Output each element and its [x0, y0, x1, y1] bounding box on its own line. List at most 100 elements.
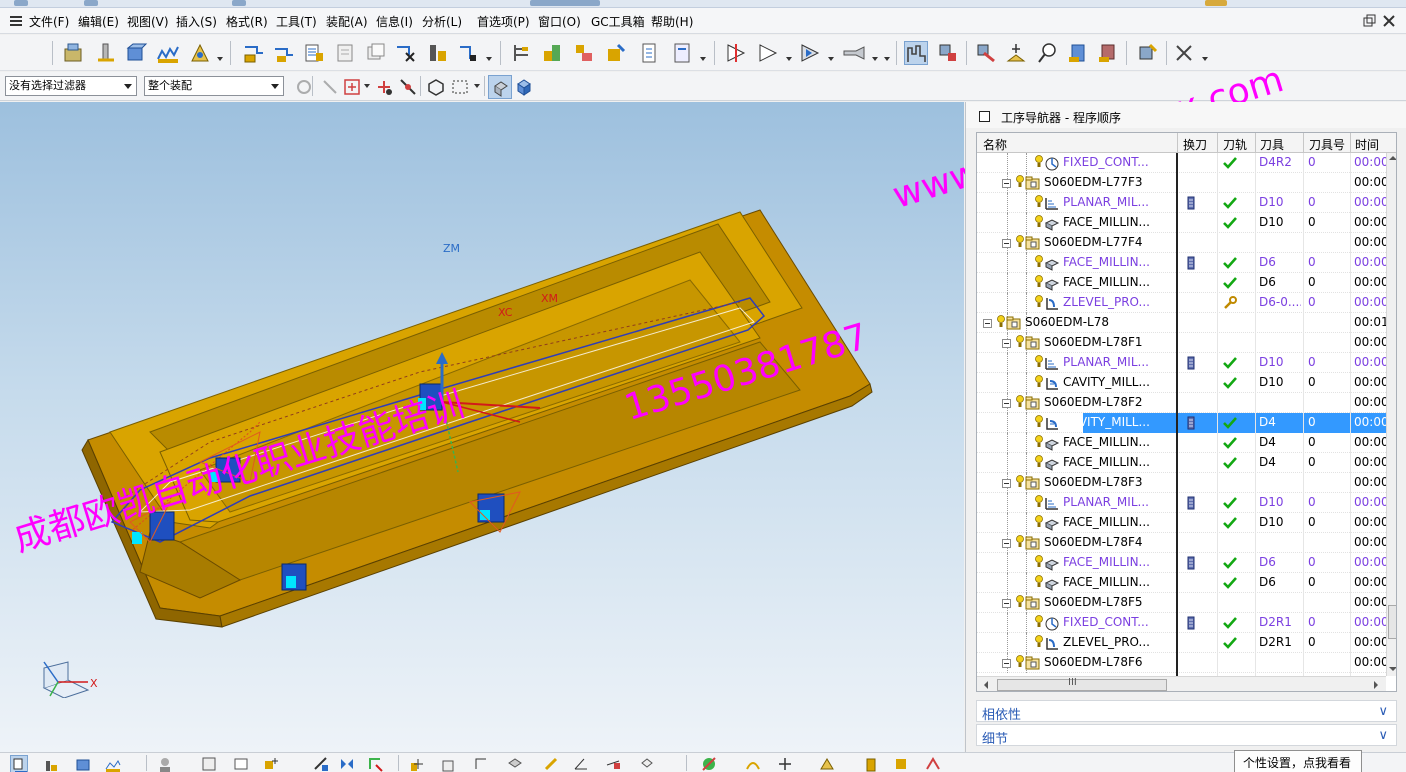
- cylinder-icon[interactable]: [862, 755, 880, 772]
- menu-tools[interactable]: 工具(T): [276, 13, 317, 30]
- program-group-row[interactable]: S060EDM-L78 00:01: [977, 313, 1386, 333]
- operation-row[interactable]: FIXED_CONT... D2R1 0 00:00: [977, 613, 1386, 633]
- col-toolchange[interactable]: 换刀: [1183, 136, 1207, 153]
- operation-row[interactable]: FACE_MILLIN... D10 0 00:00: [977, 213, 1386, 233]
- details-panel[interactable]: 细节 ∨: [976, 724, 1397, 747]
- program-order-view-icon[interactable]: [510, 41, 534, 65]
- scroll-left-icon[interactable]: [983, 681, 989, 689]
- operation-row[interactable]: PLANAR_MIL... D10 0 00:00: [977, 493, 1386, 513]
- display-toolpath-icon[interactable]: [724, 41, 748, 65]
- add-point-icon[interactable]: [1004, 41, 1028, 65]
- verify-toolpath-icon[interactable]: [756, 41, 780, 65]
- operation-row[interactable]: ZLEVEL_PRO... D2R1 0 00:00: [977, 633, 1386, 653]
- dropdown-arrow[interactable]: [884, 57, 890, 61]
- inspect-icon[interactable]: [1036, 41, 1060, 65]
- menu-format[interactable]: 格式(R): [226, 13, 268, 30]
- operation-row[interactable]: FIXED_CONT... D4R2 0 00:00: [977, 153, 1386, 173]
- add-datum-icon[interactable]: [776, 755, 794, 772]
- menu-gc-toolkit[interactable]: GC工具箱: [591, 13, 645, 30]
- rectangle-select-icon[interactable]: [448, 75, 472, 99]
- menu-insert[interactable]: 插入(S): [176, 13, 217, 30]
- layer-settings-icon[interactable]: [506, 755, 524, 772]
- quick-access-icon[interactable]: [14, 0, 28, 6]
- point-on-curve-icon[interactable]: [340, 75, 364, 99]
- create-geometry-icon[interactable]: [124, 41, 148, 65]
- create-program-icon[interactable]: [62, 41, 86, 65]
- mirror-icon[interactable]: [338, 755, 356, 772]
- operation-row[interactable]: FACE_MILLIN... D10 0 00:00: [977, 513, 1386, 533]
- analysis-curvature-icon[interactable]: [744, 755, 762, 772]
- menu-start-icon[interactable]: [10, 15, 22, 27]
- program-group-row[interactable]: S060EDM-L77F4 00:00: [977, 233, 1386, 253]
- wcs-rotate-icon[interactable]: [472, 755, 490, 772]
- dependencies-panel[interactable]: 相依性 ∨: [976, 700, 1397, 723]
- machine-tool-tab-icon[interactable]: [42, 755, 60, 772]
- menu-help[interactable]: 帮助(H): [651, 13, 693, 30]
- collapse-toggle[interactable]: [1002, 399, 1011, 408]
- measure-body-icon[interactable]: [604, 755, 622, 772]
- create-tool-icon[interactable]: [94, 41, 118, 65]
- collapse-toggle[interactable]: [1002, 339, 1011, 348]
- copy-operation-icon[interactable]: [364, 41, 388, 65]
- scroll-up-icon[interactable]: [1389, 155, 1397, 161]
- pin-checkbox[interactable]: [979, 111, 990, 122]
- col-time[interactable]: 时间: [1355, 136, 1379, 153]
- snap-endpoint-icon[interactable]: [372, 75, 396, 99]
- wcs-dynamic-icon[interactable]: [440, 755, 458, 772]
- scroll-thumb[interactable]: [1388, 605, 1396, 639]
- hscroll-thumb[interactable]: III: [997, 677, 1167, 691]
- menu-view[interactable]: 视图(V): [127, 13, 169, 30]
- operation-row[interactable]: ZLEVEL_PRO... D6-0.... 0 00:00: [977, 293, 1386, 313]
- part-navigator-tab-icon[interactable]: [74, 755, 92, 772]
- measure-distance-icon[interactable]: [542, 755, 560, 772]
- selection-filter-dropdown[interactable]: 没有选择过滤器: [5, 76, 137, 96]
- operation-navigator-tab-icon[interactable]: [10, 755, 28, 772]
- operation-row[interactable]: FACE_MILLIN... D4 0 00:00: [977, 433, 1386, 453]
- stock-icon[interactable]: [1096, 41, 1120, 65]
- menu-file[interactable]: 文件(F): [29, 13, 69, 30]
- point-set-icon[interactable]: [818, 755, 836, 772]
- feature-navigator-icon[interactable]: [974, 41, 998, 65]
- dropdown-arrow[interactable]: [828, 57, 834, 61]
- close-tool-icon[interactable]: [1172, 41, 1196, 65]
- scroll-down-icon[interactable]: [1389, 666, 1397, 672]
- dropdown-arrow[interactable]: [486, 57, 492, 61]
- polygon-select-icon[interactable]: [424, 75, 448, 99]
- system-materials-icon[interactable]: [232, 755, 250, 772]
- method-view-icon[interactable]: [604, 41, 628, 65]
- create-operation-icon[interactable]: [188, 41, 212, 65]
- restore-icon[interactable]: [1362, 14, 1376, 28]
- view-section-icon[interactable]: [638, 755, 656, 772]
- collapse-toggle[interactable]: [983, 319, 992, 328]
- col-tool-number[interactable]: 刀具号: [1309, 136, 1345, 153]
- collapse-toggle[interactable]: [1002, 599, 1011, 608]
- menu-assemblies[interactable]: 装配(A): [326, 13, 368, 30]
- operation-row[interactable]: FACE_MILLIN... D6 0 00:00: [977, 253, 1386, 273]
- quick-access-icon[interactable]: [84, 0, 98, 6]
- quick-access-icon[interactable]: [232, 0, 246, 6]
- scroll-right-icon[interactable]: [1373, 681, 1379, 689]
- menu-preferences[interactable]: 首选项(P): [477, 13, 530, 30]
- program-group-row[interactable]: S060EDM-L78F3 00:00: [977, 473, 1386, 493]
- reuse-library-tab-icon[interactable]: [104, 755, 122, 772]
- col-tool[interactable]: 刀具: [1260, 136, 1284, 153]
- operation-row[interactable]: CAVITY_MILL... D10 0 00:00: [977, 373, 1386, 393]
- animate-toolpath-icon[interactable]: [798, 41, 822, 65]
- operation-row[interactable]: CAVITY_MILL... D4 0 00:00: [977, 413, 1386, 433]
- replay-toolpath-icon[interactable]: [272, 41, 296, 65]
- operation-row[interactable]: FACE_MILLIN... D6 0 00:00: [977, 273, 1386, 293]
- render-shaded-icon[interactable]: [488, 75, 512, 99]
- graphics-viewport[interactable]: ZM XC XM X 成都欧凯自动化职业技能培训 13550381787: [0, 102, 964, 752]
- dropdown-arrow[interactable]: [872, 57, 878, 61]
- dropdown-arrow[interactable]: [1202, 57, 1208, 61]
- program-group-row[interactable]: S060EDM-L77F3 00:00: [977, 173, 1386, 193]
- horizontal-scrollbar[interactable]: III: [977, 676, 1386, 691]
- operation-row[interactable]: PLANAR_MIL... D10 0 00:00: [977, 193, 1386, 213]
- collapse-toggle[interactable]: [1002, 659, 1011, 668]
- measure-angle-icon[interactable]: [572, 755, 590, 772]
- quick-access-field[interactable]: [530, 0, 600, 6]
- constraint-icon[interactable]: [366, 755, 384, 772]
- snap-midpoint-icon[interactable]: [396, 75, 420, 99]
- wcs-origin-icon[interactable]: [408, 755, 426, 772]
- simplify-icon[interactable]: [892, 755, 910, 772]
